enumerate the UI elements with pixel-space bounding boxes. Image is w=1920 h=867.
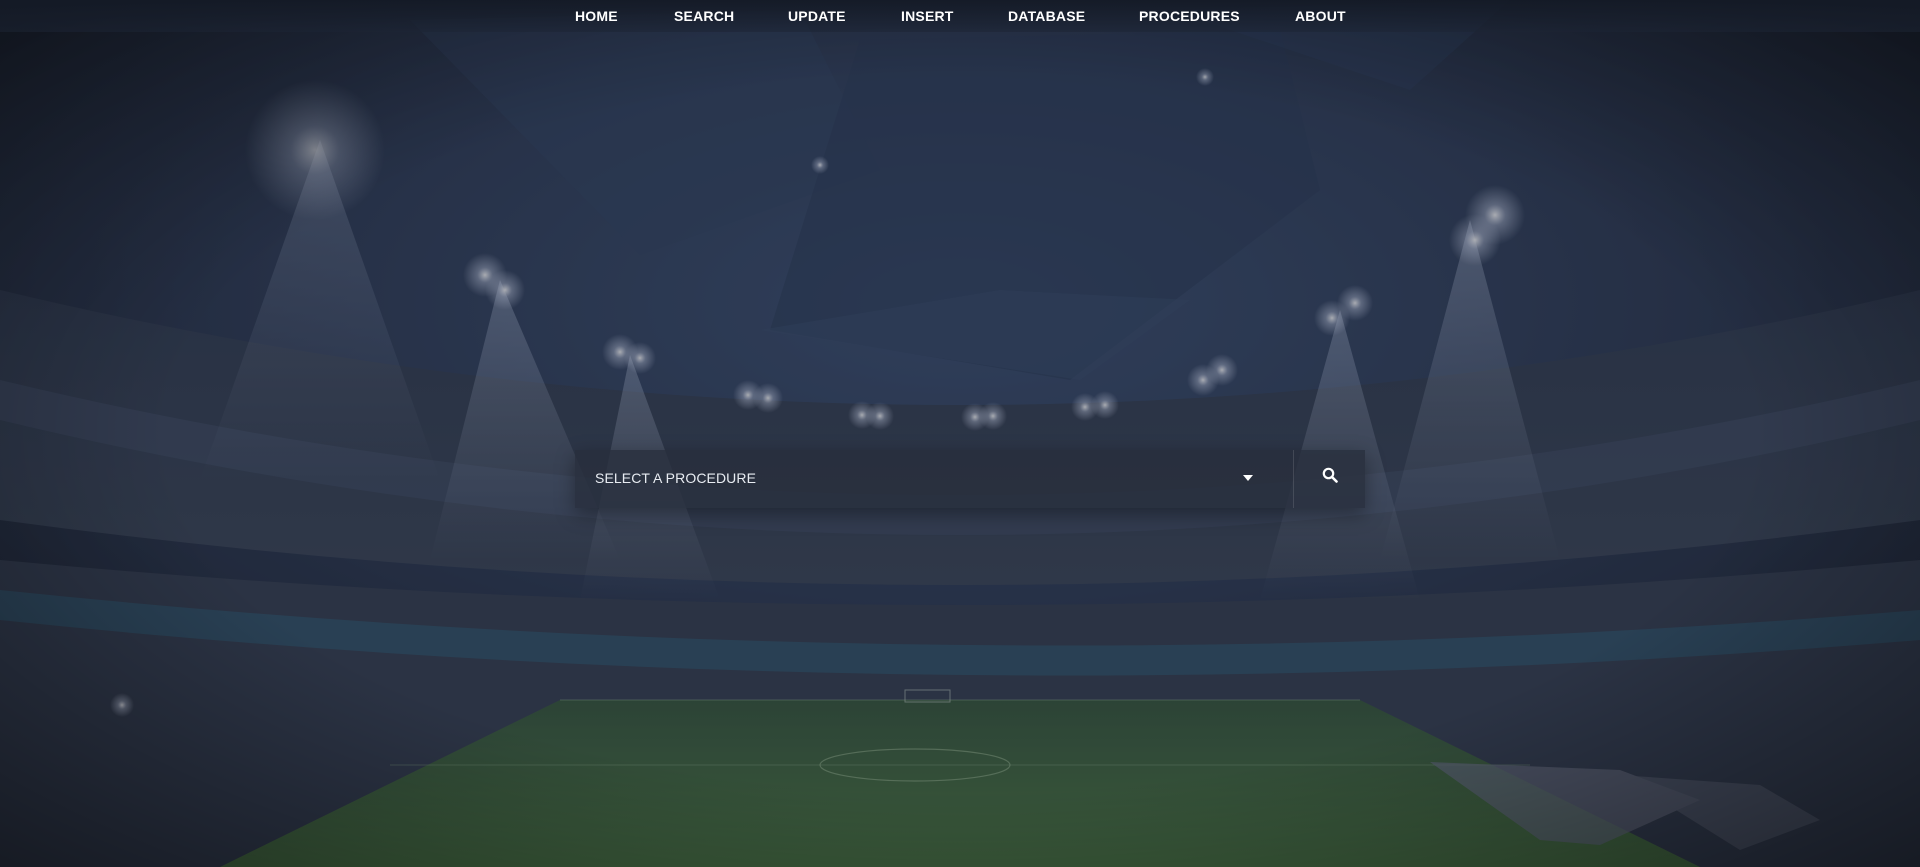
nav-update[interactable]: UPDATE	[788, 8, 846, 24]
stadium-background	[0, 0, 1920, 867]
nav-about[interactable]: ABOUT	[1295, 8, 1346, 24]
nav-menu: HOME SEARCH UPDATE INSERT DATABASE PROCE…	[0, 0, 1920, 32]
procedure-select-value: SELECT A PROCEDURE	[595, 470, 757, 486]
page: HOME SEARCH UPDATE INSERT DATABASE PROCE…	[0, 0, 1920, 867]
nav-home[interactable]: HOME	[575, 8, 618, 24]
nav-database[interactable]: DATABASE	[1008, 8, 1085, 24]
nav-insert[interactable]: INSERT	[901, 8, 954, 24]
procedure-select[interactable]: SELECT A PROCEDURE	[575, 450, 1293, 508]
caret-down-icon	[1243, 475, 1253, 481]
top-nav: HOME SEARCH UPDATE INSERT DATABASE PROCE…	[0, 0, 1920, 32]
search-button[interactable]	[1294, 450, 1365, 508]
procedure-search-bar: SELECT A PROCEDURE	[575, 450, 1365, 508]
nav-search[interactable]: SEARCH	[674, 8, 734, 24]
search-icon	[1322, 467, 1338, 483]
nav-procedures[interactable]: PROCEDURES	[1139, 8, 1240, 24]
